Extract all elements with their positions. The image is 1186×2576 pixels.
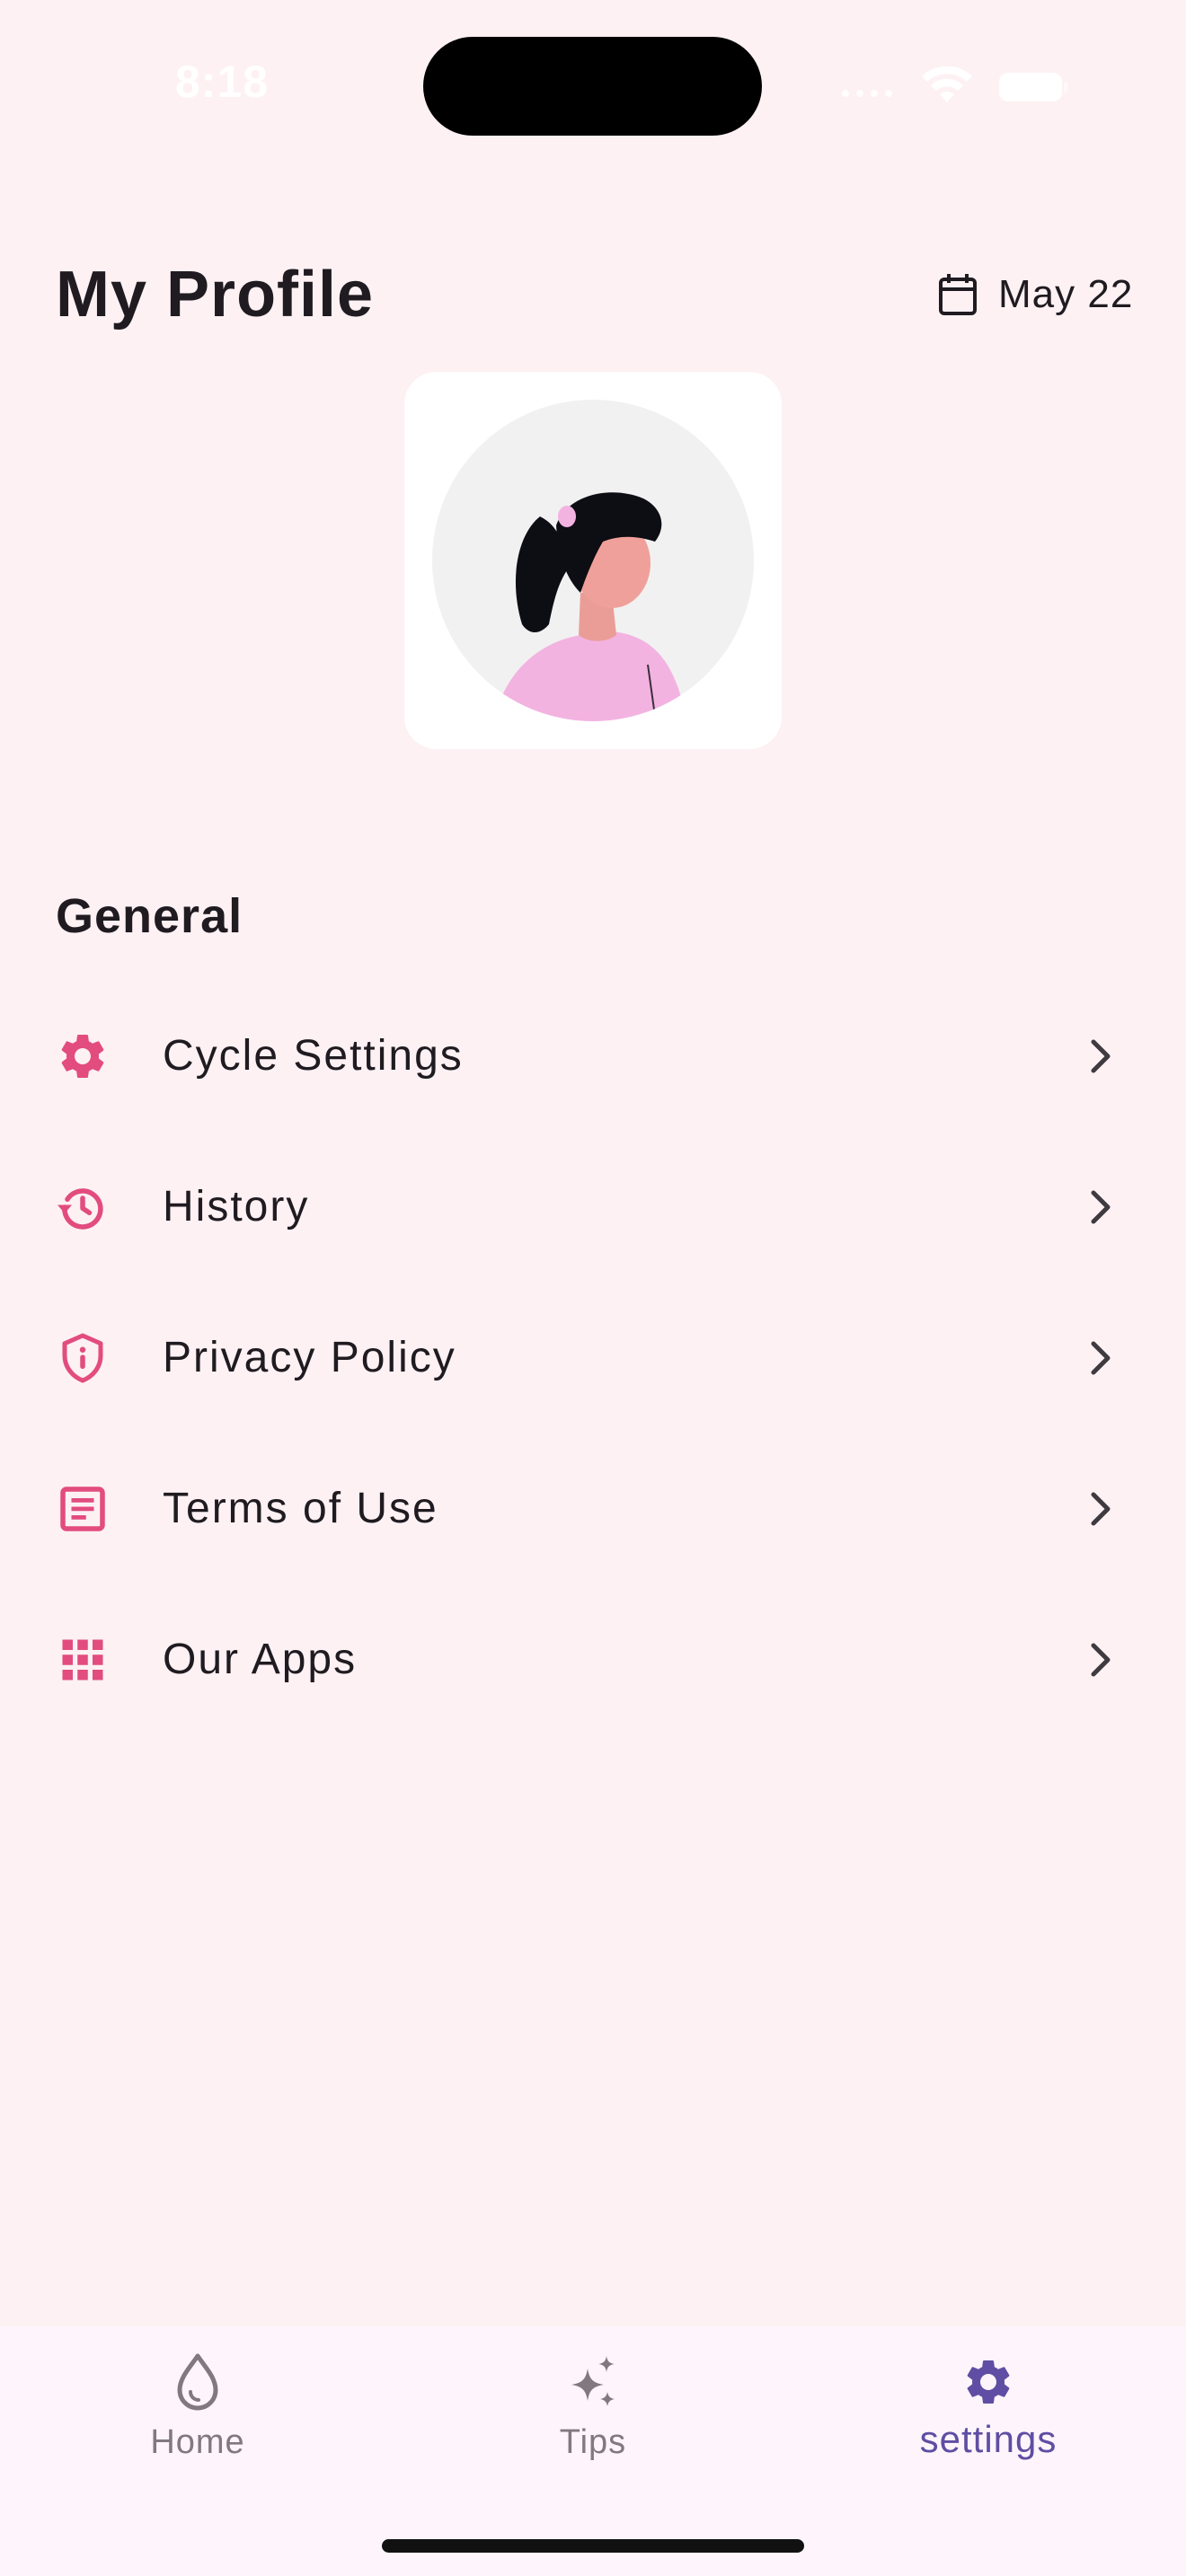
date-selector[interactable]: May 22 — [937, 268, 1133, 322]
drop-icon — [177, 2353, 218, 2411]
nav-label: Home — [150, 2423, 245, 2461]
dynamic-island — [423, 37, 762, 136]
chevron-right-icon — [1091, 1341, 1111, 1375]
menu-item-terms-of-use[interactable]: Terms of Use — [0, 1434, 1186, 1584]
nav-label: settings — [919, 2418, 1058, 2460]
menu-item-history[interactable]: History — [0, 1132, 1186, 1283]
chevron-right-icon — [1091, 1492, 1111, 1526]
section-title-general: General — [56, 889, 243, 943]
menu-item-label: Privacy Policy — [163, 1334, 456, 1381]
shield-info-icon — [62, 1333, 103, 1383]
chevron-right-icon — [1091, 1190, 1111, 1224]
avatar[interactable] — [404, 372, 782, 749]
page-title: My Profile — [56, 259, 375, 331]
cellular-signal-icon — [842, 90, 892, 97]
nav-tab-settings[interactable]: settings — [791, 2326, 1186, 2524]
nav-label: Tips — [559, 2423, 627, 2461]
history-icon — [58, 1188, 103, 1230]
home-indicator — [382, 2539, 804, 2553]
menu-item-our-apps[interactable]: Our Apps — [0, 1584, 1186, 1735]
nav-tab-home[interactable]: Home — [0, 2326, 395, 2524]
apps-grid-icon — [62, 1639, 103, 1681]
menu-item-privacy-policy[interactable]: Privacy Policy — [0, 1283, 1186, 1434]
menu-item-label: History — [163, 1183, 310, 1231]
status-time: 8:18 — [175, 57, 270, 107]
menu-item-label: Our Apps — [163, 1636, 358, 1683]
menu-item-label: Cycle Settings — [163, 1032, 464, 1080]
chevron-right-icon — [1091, 1643, 1111, 1677]
menu-item-label: Terms of Use — [163, 1485, 438, 1532]
document-icon — [60, 1486, 105, 1531]
gear-icon — [967, 2360, 1010, 2404]
sparkle-icon — [571, 2356, 615, 2406]
battery-icon — [999, 73, 1067, 101]
date-label: May 22 — [998, 272, 1134, 316]
menu-item-cycle-settings[interactable]: Cycle Settings — [0, 981, 1186, 1132]
nav-tab-tips[interactable]: Tips — [395, 2326, 791, 2524]
calendar-icon — [939, 274, 977, 315]
gear-icon — [61, 1035, 104, 1078]
wifi-icon — [922, 66, 972, 102]
woman-avatar-illustration — [432, 400, 754, 721]
chevron-right-icon — [1091, 1039, 1111, 1073]
